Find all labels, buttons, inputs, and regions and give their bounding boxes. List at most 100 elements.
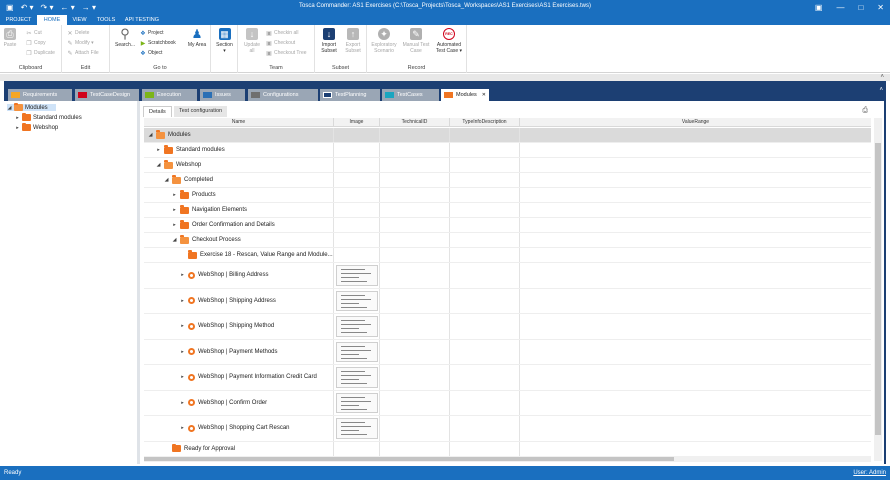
tab-details[interactable]: Details [143, 106, 172, 117]
value-cell[interactable] [520, 340, 871, 365]
image-cell[interactable] [334, 158, 380, 172]
module-row[interactable]: ▸ WebShop | Payment Methods [144, 339, 871, 365]
value-cell[interactable] [380, 203, 450, 217]
value-cell[interactable] [520, 365, 871, 390]
expand-arrow-icon[interactable]: ▸ [180, 298, 185, 304]
module-row[interactable]: ▸ WebShop | Shipping Method [144, 314, 871, 340]
folder-row[interactable]: Exercise 18 - Rescan, Value Range and Mo… [144, 248, 871, 263]
manual-test-case-button[interactable]: ✎ Manual Test Case [401, 28, 431, 54]
menu-tab-project[interactable]: PROJECT [2, 15, 35, 25]
expand-arrow-icon[interactable]: ▸ [180, 349, 185, 355]
module-screenshot-thumbnail[interactable] [336, 392, 378, 413]
value-cell[interactable] [380, 263, 450, 288]
image-cell[interactable] [334, 288, 380, 313]
value-cell[interactable] [450, 390, 520, 415]
expand-arrow-icon[interactable]: ▸ [180, 425, 185, 431]
folder-row[interactable]: ◢ Completed [144, 173, 871, 188]
delete-button[interactable]: ✕ Delete [67, 30, 89, 37]
goto-object-button[interactable]: ❖ Object [140, 50, 162, 57]
column-header-typeinfodescription[interactable]: TypeInfoDescription [450, 118, 520, 127]
folder-row[interactable]: ◢ Webshop [144, 158, 871, 173]
section-button[interactable]: ▦ Section ▾ [214, 28, 235, 54]
value-cell[interactable] [450, 173, 520, 187]
value-cell[interactable] [380, 143, 450, 157]
tree-item-modules[interactable]: ◢ Modules [7, 102, 56, 111]
value-cell[interactable] [520, 203, 871, 217]
value-cell[interactable] [450, 143, 520, 157]
tab-testcasedesign[interactable]: TestCaseDesign [75, 89, 139, 101]
export-subset-button[interactable]: ↑ Export Subset [342, 28, 364, 54]
folder-row[interactable]: ◢ Modules [144, 128, 871, 143]
value-cell[interactable] [450, 203, 520, 217]
value-cell[interactable] [450, 248, 520, 262]
my-area-button[interactable]: ♟ My Area [186, 28, 208, 48]
image-cell[interactable] [334, 365, 380, 390]
close-button[interactable]: ✕ [877, 2, 884, 13]
value-cell[interactable] [520, 128, 871, 142]
maximize-button[interactable]: □ [858, 2, 863, 13]
goto-project-button[interactable]: ❖ Project [140, 30, 163, 37]
attach-file-button[interactable]: ✎ Attach File [67, 50, 98, 57]
value-cell[interactable] [450, 288, 520, 313]
value-cell[interactable] [450, 416, 520, 441]
module-row[interactable]: ▸ WebShop | Payment Information Credit Ca… [144, 365, 871, 391]
automated-test-case-button[interactable]: REC Automated Test Case ▾ [433, 28, 465, 54]
horizontal-scrollbar[interactable] [144, 456, 871, 462]
value-cell[interactable] [380, 390, 450, 415]
value-cell[interactable] [450, 365, 520, 390]
vertical-scroll-thumb[interactable] [875, 143, 881, 435]
module-screenshot-thumbnail[interactable] [336, 341, 378, 362]
folder-row[interactable]: ▸ Standard modules [144, 143, 871, 158]
vertical-scrollbar[interactable] [874, 118, 882, 461]
checkout-button[interactable]: ▣ Checkout [266, 40, 295, 47]
module-screenshot-thumbnail[interactable] [336, 418, 378, 439]
value-cell[interactable] [450, 233, 520, 247]
column-header-valuerange[interactable]: ValueRange [520, 118, 871, 127]
image-cell[interactable] [334, 203, 380, 217]
duplicate-button[interactable]: ❐ Duplicate [26, 50, 55, 57]
menu-tab-tools[interactable]: TOOLS [92, 15, 120, 25]
cut-button[interactable]: ✂ Cut [26, 30, 41, 37]
value-cell[interactable] [520, 143, 871, 157]
value-cell[interactable] [450, 188, 520, 202]
image-cell[interactable] [334, 248, 380, 262]
image-cell[interactable] [334, 173, 380, 187]
value-cell[interactable] [520, 416, 871, 441]
value-cell[interactable] [450, 218, 520, 232]
value-cell[interactable] [380, 416, 450, 441]
expand-arrow-icon[interactable]: ▸ [180, 323, 185, 329]
module-row[interactable]: ▸ WebShop | Confirm Order [144, 390, 871, 416]
value-cell[interactable] [380, 173, 450, 187]
value-cell[interactable] [380, 158, 450, 172]
value-cell[interactable] [380, 441, 450, 456]
expand-arrow-icon[interactable]: ▸ [180, 374, 185, 380]
image-cell[interactable] [334, 218, 380, 232]
print-icon[interactable]: ⎙ [862, 107, 868, 115]
collapse-ribbon-icon[interactable]: ˄ [880, 74, 884, 80]
tab-test-configuration[interactable]: Test configuration [174, 106, 228, 117]
minimize-button[interactable]: — [836, 2, 844, 13]
search-button[interactable]: ⚲ Search... [113, 27, 137, 48]
folder-row[interactable]: ▸ Products [144, 188, 871, 203]
paste-button[interactable]: ⎙ Paste [3, 28, 17, 48]
copy-button[interactable]: ❐ Copy [26, 40, 45, 47]
value-cell[interactable] [380, 248, 450, 262]
column-header-name[interactable]: Name [144, 118, 334, 127]
expand-arrow-icon[interactable]: ▸ [172, 222, 177, 228]
restore-layout-icon[interactable]: ▣ [815, 2, 823, 13]
image-cell[interactable] [334, 128, 380, 142]
image-cell[interactable] [334, 441, 380, 456]
value-cell[interactable] [380, 339, 450, 364]
image-cell[interactable] [334, 188, 380, 202]
menu-tab-api-testing[interactable]: API TESTING [122, 15, 162, 25]
folder-row[interactable]: Ready for Approval [144, 441, 871, 457]
module-screenshot-thumbnail[interactable] [336, 290, 378, 311]
import-subset-button[interactable]: ↓ Import Subset [318, 28, 340, 54]
expand-arrow-icon[interactable]: ▸ [15, 115, 20, 121]
module-screenshot-thumbnail[interactable] [336, 367, 378, 388]
value-cell[interactable] [380, 233, 450, 247]
collapse-arrow-icon[interactable]: ◢ [156, 162, 161, 168]
collapse-arrow-icon[interactable]: ◢ [7, 105, 12, 111]
expand-arrow-icon[interactable]: ▸ [180, 400, 185, 406]
value-cell[interactable] [380, 314, 450, 339]
